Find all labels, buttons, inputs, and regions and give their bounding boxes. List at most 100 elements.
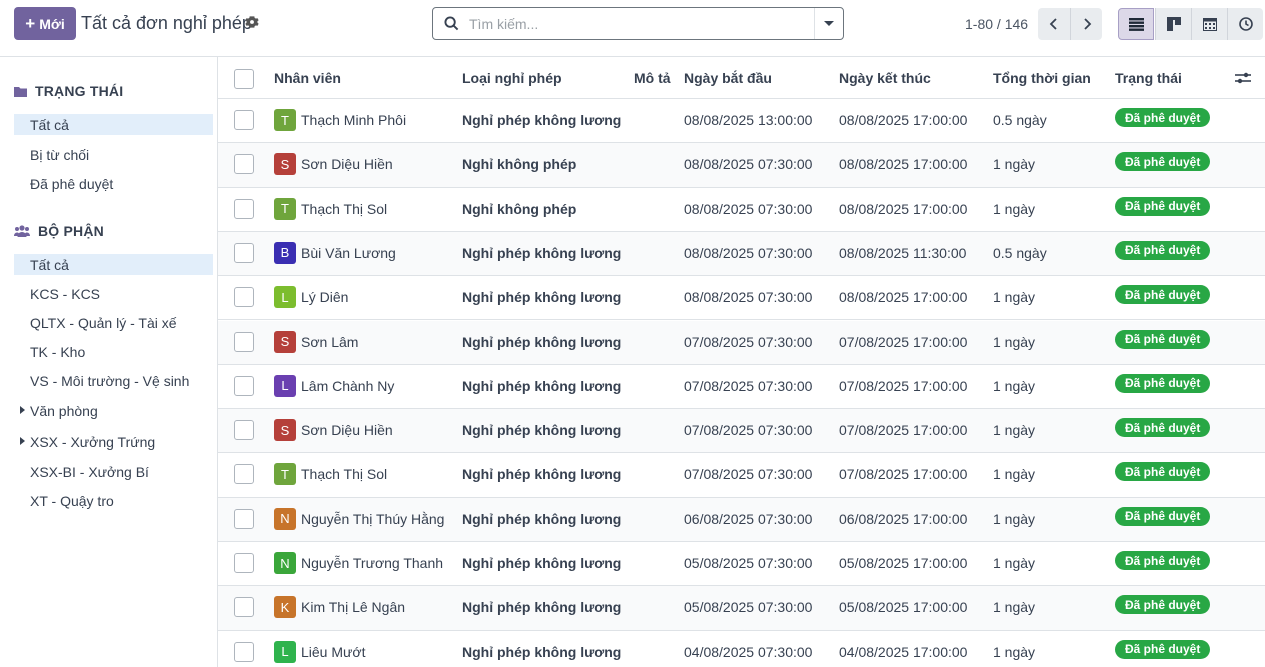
optional-columns-icon[interactable] bbox=[1235, 71, 1251, 85]
table-row[interactable]: N Nguyễn Thị Thúy Hằng Nghỉ phép không lươ… bbox=[218, 497, 1265, 542]
status-badge: Đã phê duyệt bbox=[1115, 506, 1211, 526]
column-header-employee[interactable]: Nhân viên bbox=[274, 70, 341, 86]
row-checkbox[interactable] bbox=[234, 420, 254, 441]
new-button[interactable]: + Mới bbox=[14, 7, 76, 40]
status-filter-approved[interactable]: Đã phê duyệt bbox=[14, 173, 213, 194]
department-filter-label: KCS - KCS bbox=[30, 285, 101, 302]
duration-cell: 1 ngày bbox=[993, 422, 1036, 439]
table-row[interactable]: K Kim Thị Lê Ngân Nghỉ phép không lương 05/… bbox=[218, 586, 1265, 631]
status-badge: Đã phê duyệt bbox=[1115, 108, 1211, 127]
row-checkbox[interactable] bbox=[234, 597, 254, 618]
table-row[interactable]: N Nguyễn Trương Thanh Nghỉ phép không lươn… bbox=[218, 542, 1265, 587]
row-checkbox[interactable] bbox=[234, 553, 254, 573]
department-filter-label: QLTX - Quản lý - Tài xế bbox=[30, 314, 177, 331]
caret-right-icon[interactable] bbox=[20, 406, 25, 414]
table-row[interactable]: T Thạch Thị Sol Nghỉ không phép 08/08/2025 … bbox=[218, 187, 1265, 232]
table-row[interactable]: L Lâm Chành Ny Nghỉ phép không lương 07/08/… bbox=[218, 364, 1265, 410]
plus-icon: + bbox=[25, 14, 36, 33]
department-filter-xsx-bi[interactable]: XSX-BI - Xưởng Bí bbox=[14, 461, 213, 482]
department-filter-kcs[interactable]: KCS - KCS bbox=[14, 283, 213, 304]
employee-name: Sơn Diệu Hiền bbox=[301, 156, 393, 173]
leave-type-cell: Nghỉ phép không lương bbox=[462, 466, 622, 483]
status-badge: Đã phê duyệt bbox=[1115, 329, 1211, 349]
search-input[interactable] bbox=[469, 8, 814, 39]
column-header-end-date[interactable]: Ngày kết thúc bbox=[839, 70, 931, 86]
duration-cell: 1 ngày bbox=[993, 377, 1036, 394]
chevron-left-icon bbox=[1049, 18, 1057, 30]
column-header-duration[interactable]: Tổng thời gian bbox=[993, 70, 1091, 86]
row-checkbox[interactable] bbox=[234, 508, 254, 529]
status-badge: Đã phê duyệt bbox=[1115, 639, 1211, 659]
end-date-cell: 08/08/2025 17:00:00 bbox=[839, 156, 968, 173]
department-filter-xsx[interactable]: XSX - Xưởng Trứng bbox=[14, 431, 213, 452]
calendar-view-button[interactable] bbox=[1191, 8, 1227, 40]
department-filter-xt[interactable]: XT - Quậy tro bbox=[14, 490, 213, 511]
column-header-leave-type[interactable]: Loại nghỉ phép bbox=[462, 70, 562, 86]
row-checkbox[interactable] bbox=[234, 375, 254, 396]
table-row[interactable]: L Liêu Mướt Nghỉ phép không lương 04/08/202… bbox=[218, 630, 1265, 667]
start-date-cell: 05/08/2025 07:30:00 bbox=[684, 555, 813, 571]
row-checkbox[interactable] bbox=[234, 198, 254, 219]
employee-name: Sơn Lâm bbox=[301, 333, 359, 350]
select-all-checkbox[interactable] bbox=[234, 69, 254, 89]
leave-type-cell: Nghỉ phép không lương bbox=[462, 377, 622, 394]
department-filter-tk[interactable]: TK - Kho bbox=[14, 341, 213, 362]
column-header-status[interactable]: Trạng thái bbox=[1115, 70, 1182, 86]
table-row[interactable]: S Sơn Lâm Nghỉ phép không lương 07/08/2025 … bbox=[218, 320, 1265, 365]
row-checkbox[interactable] bbox=[234, 287, 254, 308]
department-filter-label: XSX-BI - Xưởng Bí bbox=[30, 463, 149, 480]
row-checkbox[interactable] bbox=[234, 242, 254, 263]
table-row[interactable]: S Sơn Diệu Hiền Nghỉ không phép 08/08/2025 … bbox=[218, 143, 1265, 188]
department-filter-vs[interactable]: VS - Môi trường - Vệ sinh bbox=[14, 370, 213, 391]
search-options-toggle[interactable] bbox=[814, 8, 843, 39]
row-checkbox[interactable] bbox=[234, 464, 254, 485]
employee-name: Sơn Diệu Hiền bbox=[301, 422, 393, 439]
kanban-view-button[interactable] bbox=[1155, 8, 1191, 40]
duration-cell: 1 ngày bbox=[993, 643, 1036, 660]
duration-cell: 0.5 ngày bbox=[993, 244, 1047, 261]
row-checkbox[interactable] bbox=[234, 331, 254, 352]
row-checkbox[interactable] bbox=[234, 110, 254, 130]
status-filter-refused[interactable]: Bị từ chối bbox=[14, 144, 213, 165]
end-date-cell: 05/08/2025 17:00:00 bbox=[839, 599, 968, 616]
employee-name: Bùi Văn Lương bbox=[301, 244, 396, 261]
column-header-description[interactable]: Mô tả bbox=[634, 70, 671, 86]
search-icon[interactable] bbox=[433, 16, 469, 31]
row-checkbox[interactable] bbox=[234, 641, 254, 662]
status-filter-all[interactable]: Tất cả bbox=[14, 114, 213, 135]
pager-value[interactable]: 1-80 / 146 bbox=[965, 16, 1028, 32]
department-filter-qltx[interactable]: QLTX - Quản lý - Tài xế bbox=[14, 312, 213, 333]
employee-avatar: L bbox=[274, 374, 296, 397]
page-title: Tất cả đơn nghỉ phép bbox=[81, 13, 252, 33]
table-row[interactable]: S Sơn Diệu Hiền Nghỉ phép không lương 07/08… bbox=[218, 409, 1265, 454]
pager-previous-button[interactable] bbox=[1038, 8, 1070, 40]
end-date-cell: 08/08/2025 11:30:00 bbox=[839, 244, 967, 261]
table-row[interactable]: B Bùi Văn Lương Nghỉ phép không lương 08/08… bbox=[218, 231, 1265, 277]
duration-cell: 1 ngày bbox=[993, 510, 1036, 527]
end-date-cell: 07/08/2025 17:00:00 bbox=[839, 333, 968, 350]
duration-cell: 1 ngày bbox=[993, 466, 1036, 483]
table-row[interactable]: L Lý Diên Nghỉ phép không lương 08/08/2025 … bbox=[218, 276, 1265, 321]
employee-name: Thạch Minh Phôi bbox=[301, 112, 407, 128]
activity-view-button[interactable] bbox=[1227, 8, 1263, 40]
caret-right-icon[interactable] bbox=[20, 437, 25, 445]
row-checkbox[interactable] bbox=[234, 154, 254, 175]
pager-next-button[interactable] bbox=[1070, 8, 1102, 40]
status-badge: Đã phê duyệt bbox=[1115, 196, 1211, 216]
start-date-cell: 04/08/2025 07:30:00 bbox=[684, 643, 813, 660]
leave-type-cell: Nghỉ không phép bbox=[462, 156, 577, 173]
start-date-cell: 07/08/2025 07:30:00 bbox=[684, 466, 813, 483]
leave-type-cell: Nghỉ phép không lương bbox=[462, 555, 622, 571]
status-badge: Đã phê duyệt bbox=[1115, 373, 1211, 393]
gear-icon[interactable] bbox=[245, 15, 259, 29]
department-filter-label: TK - Kho bbox=[30, 343, 86, 360]
list-view-button[interactable] bbox=[1118, 8, 1154, 40]
employee-avatar: T bbox=[274, 463, 296, 486]
department-filter-van-phong[interactable]: Văn phòng bbox=[14, 400, 213, 421]
department-filter-all[interactable]: Tất cả bbox=[14, 254, 213, 275]
column-header-start-date[interactable]: Ngày bắt đầu bbox=[684, 70, 772, 86]
status-badge: Đã phê duyệt bbox=[1115, 240, 1211, 260]
table-row[interactable]: T Thạch Thị Sol Nghỉ phép không lương 07/08… bbox=[218, 453, 1265, 498]
department-filter-label: XT - Quậy tro bbox=[30, 492, 114, 509]
table-row[interactable]: T Thạch Minh Phôi Nghỉ phép không lương 08/… bbox=[218, 99, 1265, 144]
